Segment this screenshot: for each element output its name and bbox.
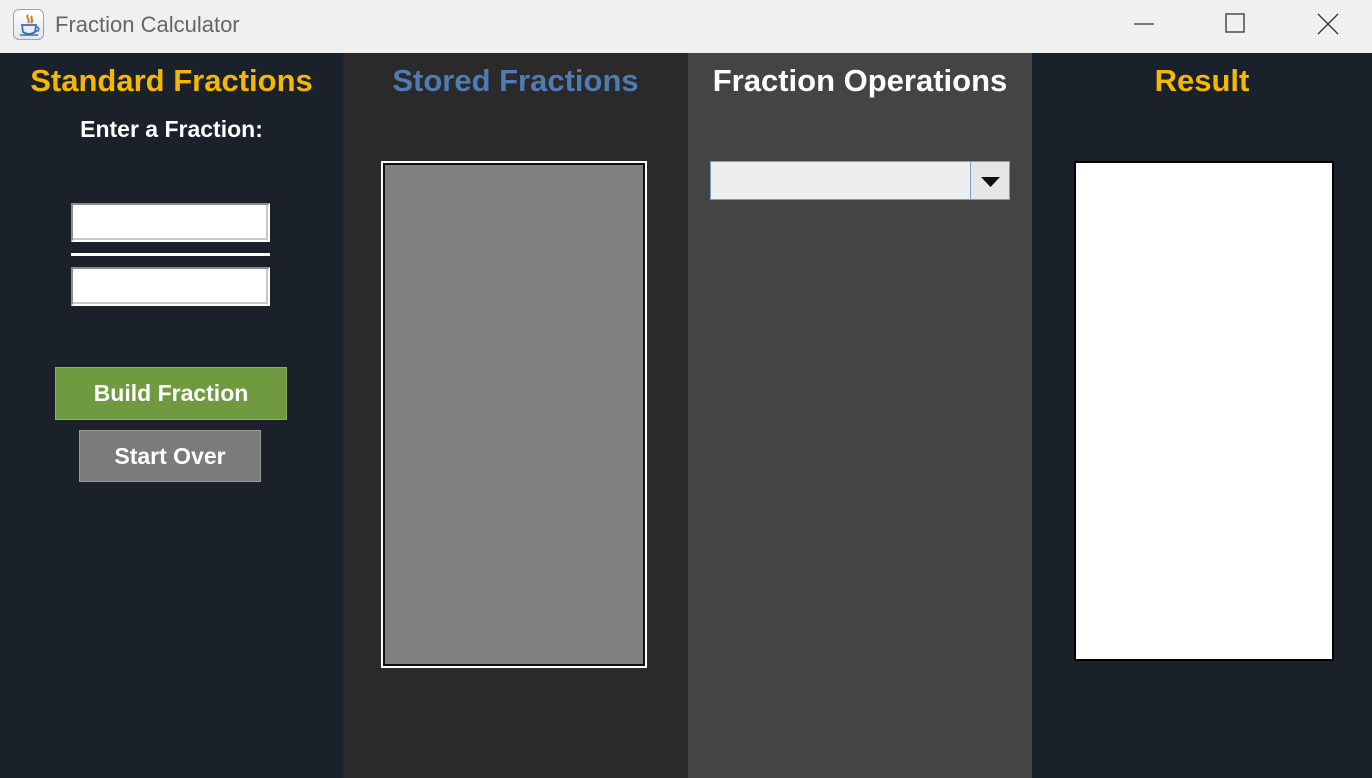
minimize-icon[interactable] xyxy=(1122,6,1166,44)
close-icon[interactable] xyxy=(1306,6,1350,44)
stored-fractions-heading: Stored Fractions xyxy=(392,63,639,98)
java-cup-icon xyxy=(13,9,44,40)
start-over-button[interactable]: Start Over xyxy=(79,430,261,482)
window-title: Fraction Calculator xyxy=(55,12,240,37)
stored-fractions-panel: Stored Fractions xyxy=(343,53,688,778)
operation-dropdown[interactable] xyxy=(710,161,1010,200)
result-panel: Result xyxy=(1032,53,1372,778)
fraction-operations-heading: Fraction Operations xyxy=(712,63,1008,98)
denominator-input[interactable] xyxy=(71,267,270,306)
title-bar: Fraction Calculator xyxy=(0,0,1372,53)
result-heading: Result xyxy=(1154,63,1250,98)
maximize-icon[interactable] xyxy=(1213,6,1257,44)
numerator-input[interactable] xyxy=(71,203,270,242)
chevron-down-icon[interactable] xyxy=(970,162,1009,199)
result-display xyxy=(1074,161,1334,661)
build-fraction-button[interactable]: Build Fraction xyxy=(55,367,287,420)
stored-fractions-list[interactable] xyxy=(381,161,647,668)
fraction-bar-divider xyxy=(71,253,270,256)
standard-fractions-panel: Standard Fractions Enter a Fraction: Bui… xyxy=(0,53,343,778)
enter-fraction-label: Enter a Fraction: xyxy=(80,116,263,142)
fraction-operations-panel: Fraction Operations xyxy=(688,53,1032,778)
standard-fractions-heading: Standard Fractions xyxy=(30,63,313,98)
